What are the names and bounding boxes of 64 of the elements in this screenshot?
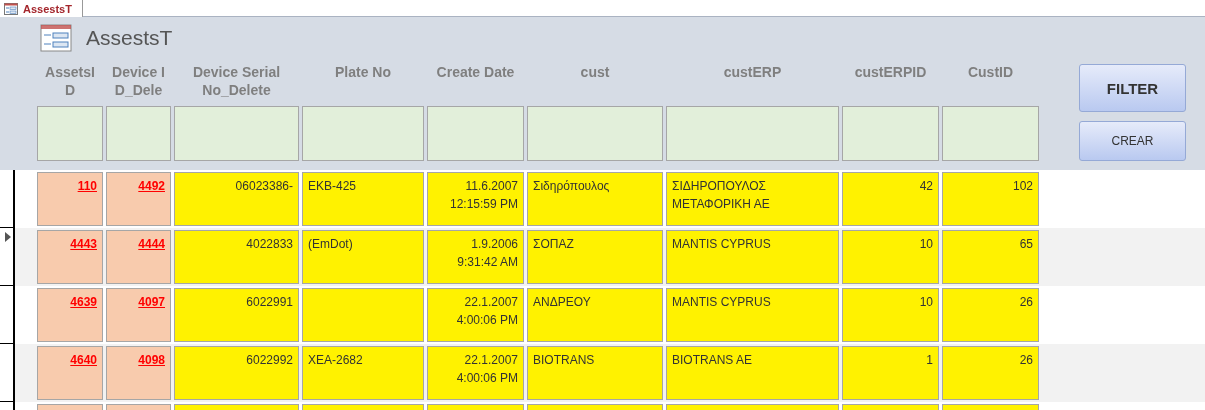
- filter-field[interactable]: [427, 106, 524, 161]
- column-header: cust: [580, 63, 610, 81]
- filter-field[interactable]: [666, 106, 839, 161]
- filter-field[interactable]: [942, 106, 1039, 161]
- column-header: Device ID_Dele: [111, 63, 166, 98]
- table-cell: MANTIS CYPRUS: [666, 230, 839, 284]
- column-header: AssetsID: [44, 63, 96, 98]
- filter-field[interactable]: [302, 106, 424, 161]
- table-cell: BIOTRANS: [527, 346, 663, 400]
- table-cell: ΣΟΠΑΖ: [527, 230, 663, 284]
- table-cell[interactable]: 4639: [37, 288, 103, 342]
- record-selector[interactable]: [0, 286, 15, 344]
- filter-field[interactable]: [106, 106, 171, 161]
- table-cell: BIOTRANS AE: [666, 346, 839, 400]
- table-cell: EKB-425: [302, 172, 424, 226]
- column-header: custERP: [723, 63, 782, 81]
- table-cell: ΣΙΔΗΡΟΠΟΥΛΟΣ ΜΕΤΑΦΟΡΙΚΗ ΑΕ: [666, 172, 839, 226]
- table-cell[interactable]: 4444: [106, 230, 171, 284]
- table-cell: 11.6.2007 12:15:59 PM: [427, 172, 524, 226]
- filter-field[interactable]: [37, 106, 103, 161]
- table-cell: 1: [842, 346, 939, 400]
- table-cell: 42: [842, 172, 939, 226]
- table-cell[interactable]: 4492: [106, 172, 171, 226]
- table-cell: (EmDot): [302, 230, 424, 284]
- table-cell[interactable]: 4443: [37, 230, 103, 284]
- record-selector[interactable]: [0, 228, 15, 286]
- table-cell: MANTIS CYPRUS: [666, 288, 839, 342]
- table-cell: 6022991: [174, 288, 299, 342]
- table-cell: XEA-2682: [302, 346, 424, 400]
- filter-field[interactable]: [527, 106, 663, 161]
- table-cell: 102: [942, 172, 1039, 226]
- column-header: Device Serial No_Delete: [191, 63, 282, 98]
- table-cell[interactable]: 110: [37, 172, 103, 226]
- column-header: Create Date: [436, 63, 515, 81]
- table-cell: 1.9.2006 9:31:42 AM: [427, 230, 524, 284]
- form-icon: [40, 24, 72, 52]
- form-title: AssestsT: [86, 26, 173, 50]
- table-cell: 10: [842, 288, 939, 342]
- table-cell: 22.1.2007 4:00:06 PM: [427, 288, 524, 342]
- filter-field[interactable]: [842, 106, 939, 161]
- table-cell: 65: [942, 230, 1039, 284]
- table-cell: ΑΝΔΡΕΟΥ: [527, 288, 663, 342]
- filter-field[interactable]: [174, 106, 299, 161]
- column-header: CustID: [967, 63, 1014, 81]
- table-cell: 06023386-: [174, 172, 299, 226]
- record-selector[interactable]: [0, 344, 15, 402]
- document-tab[interactable]: AssestsT: [0, 0, 83, 17]
- table-cell: 26: [942, 346, 1039, 400]
- table-cell[interactable]: 4640: [37, 346, 103, 400]
- column-header: Plate No: [335, 63, 391, 81]
- table-cell: Σιδηρόπουλος: [527, 172, 663, 226]
- table-cell: 26: [942, 288, 1039, 342]
- clear-button[interactable]: CREAR: [1079, 121, 1186, 161]
- table-cell: 4022833: [174, 230, 299, 284]
- column-header: custERPID: [854, 63, 927, 81]
- form-icon: [4, 2, 18, 15]
- table-cell: 10: [842, 230, 939, 284]
- table-cell[interactable]: 4098: [106, 346, 171, 400]
- record-selector[interactable]: [0, 170, 15, 228]
- table-cell[interactable]: 4097: [106, 288, 171, 342]
- table-cell: 22.1.2007 4:00:06 PM: [427, 346, 524, 400]
- table-cell: 6022992: [174, 346, 299, 400]
- filter-button[interactable]: FILTER: [1079, 64, 1186, 112]
- current-record-icon: [5, 232, 11, 242]
